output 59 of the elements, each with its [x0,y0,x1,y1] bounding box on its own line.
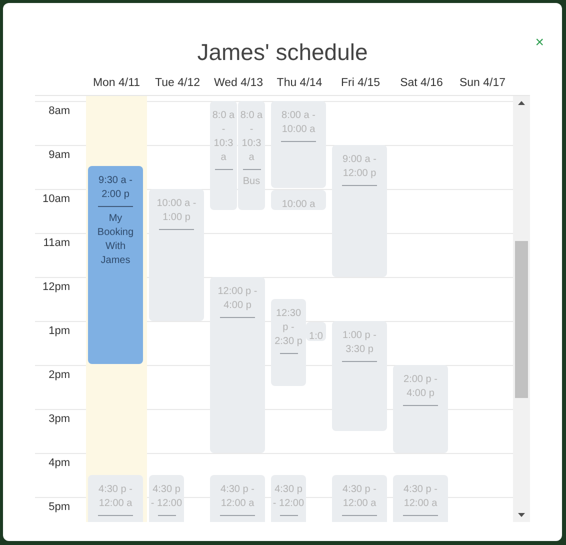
busy-event[interactable]: 12:00 p - 4:00 p [210,277,265,453]
event-time: 8:00 a - 10:00 a [280,109,316,137]
booking-event[interactable]: 9:30 a - 2:00 p My Booking With James [88,166,143,364]
event-time: 9:30 a - 2:00 p [98,174,134,202]
event-time: 10:00 a - 1:00 p [156,197,198,225]
busy-event[interactable]: 4:30 p - 12:00 a [210,475,265,522]
busy-event[interactable]: 4:30 p - 12:00 a [332,475,387,522]
busy-event[interactable]: 4:30 p - 12:00 a [88,475,143,522]
hour-label: 10am [42,193,70,205]
hour-label: 4pm [48,457,70,469]
day-header: Thu 4/14 [276,77,324,89]
busy-event[interactable]: 4:30 p - 12:00 [149,475,184,522]
event-time: 9:00 a - 12:00 p [342,153,378,181]
busy-event[interactable]: 1:00 p - 3:30 p [332,321,387,431]
event-title: Bus [242,175,260,189]
event-time: 10:00 a [282,198,316,210]
event-time: 4:30 p - 12:00 a [342,483,378,511]
event-time: 8:0 a - 10:3 a [239,109,264,165]
event-time: 4:30 p - 12:00 [150,483,183,511]
day-header: Sun 4/17 [458,77,507,89]
hour-label: 9am [48,149,70,161]
busy-event[interactable]: 4:30 p - 12:00 [271,475,306,522]
busy-event[interactable]: 9:00 a - 12:00 p [332,145,387,277]
event-time: 1:00 p - 3:30 p [342,329,378,357]
scrollbar[interactable] [513,96,530,522]
busy-event[interactable]: 10:00 a [271,190,326,210]
event-time: 8:0 a - 10:3 a [211,109,236,165]
day-header: Fri 4/15 [340,77,381,89]
hour-label: 2pm [48,369,70,381]
busy-event[interactable]: 12:30 p - 2:30 p [271,299,306,386]
event-time: 4:30 p - 12:00 a [98,483,134,511]
hour-label: 12pm [42,281,70,293]
scrollbar-thumb[interactable] [515,241,528,398]
dialog-title: James' schedule [197,39,368,66]
event-time: 4:30 p - 12:00 [272,483,305,511]
event-time: 4:30 p - 12:00 a [220,483,256,511]
day-header: Mon 4/11 [92,77,142,89]
busy-event[interactable]: 1:0 [306,322,326,341]
event-time: 1:0 [309,330,323,341]
day-header: Sat 4/16 [399,77,444,89]
busy-event[interactable]: 8:0 a - 10:3 a [210,101,237,210]
busy-event[interactable]: 2:00 p - 4:00 p [393,365,448,453]
busy-event[interactable]: 8:0 a - 10:3 a Bus [238,101,265,210]
event-time: 4:30 p - 12:00 a [402,483,438,511]
busy-event[interactable]: 10:00 a - 1:00 p [149,189,204,321]
event-time: 12:00 p - 4:00 p [216,285,258,313]
hour-label: 3pm [48,413,70,425]
hour-label: 8am [48,105,70,117]
hour-label: 5pm [48,501,70,513]
hour-label: 1pm [48,325,70,337]
day-header: Tue 4/12 [154,77,201,89]
event-time: 12:30 p - 2:30 p [274,307,304,349]
day-header: Wed 4/13 [212,77,264,89]
event-time: 2:00 p - 4:00 p [402,373,438,401]
busy-event[interactable]: 4:30 p - 12:00 a [393,475,448,522]
event-title: My Booking With James [96,212,135,268]
close-button[interactable]: × [533,36,546,50]
hour-label: 11am [43,237,70,249]
busy-event[interactable]: 8:00 a - 10:00 a [271,101,326,188]
